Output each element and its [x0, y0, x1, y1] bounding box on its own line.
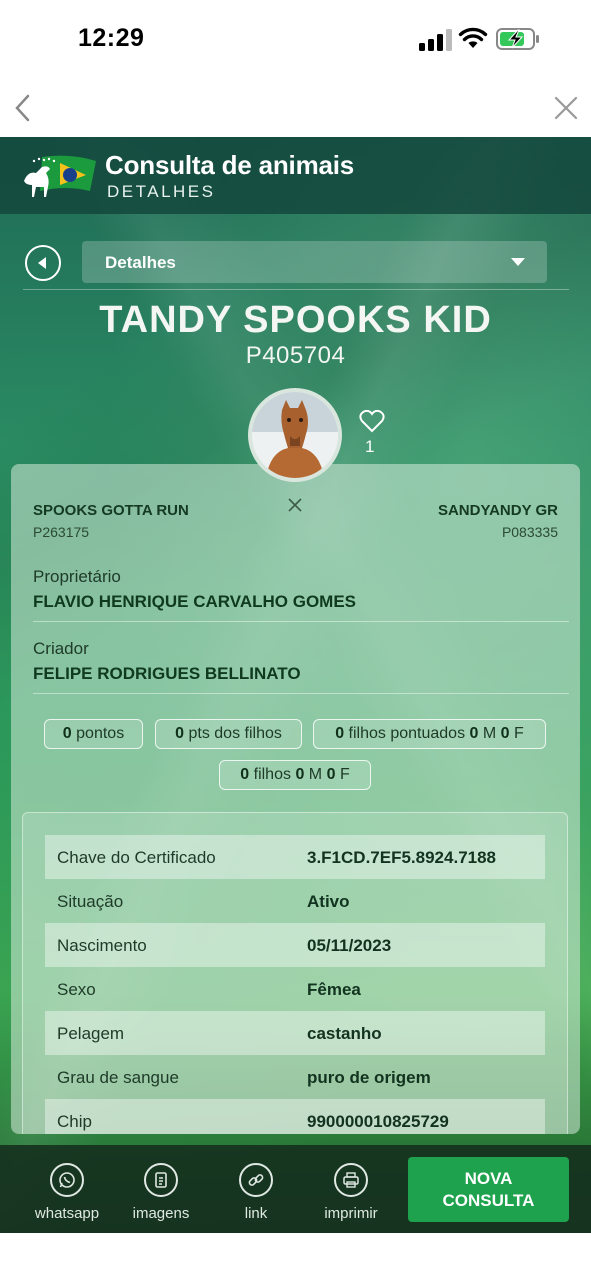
breeder-label: Criador	[33, 639, 89, 658]
stat-value: 0	[62, 725, 72, 742]
row-value: puro de origem	[307, 1068, 431, 1087]
row-key: Nascimento	[57, 936, 147, 955]
new-search-button[interactable]: NOVA CONSULTA	[408, 1157, 569, 1222]
stat-label: F	[339, 766, 350, 783]
row-value: 05/11/2023	[307, 936, 392, 955]
info-table: Chave do Certificado 3.F1CD.7EF5.8924.71…	[22, 812, 568, 1134]
stat-label: pts dos filhos	[188, 725, 282, 742]
horse-avatar[interactable]	[248, 388, 342, 482]
divider	[23, 289, 569, 290]
section-dropdown-value: Detalhes	[105, 253, 176, 272]
horse-name: TANDY SPOOKS KID	[99, 299, 492, 341]
dam-registration: P083335	[501, 524, 558, 540]
stat-pill-pontos: 0 pontos	[44, 719, 143, 749]
battery-charging-icon	[496, 28, 539, 50]
horse-photo-icon	[252, 392, 338, 478]
browser-nav-bar	[0, 80, 591, 137]
printer-icon	[334, 1163, 368, 1197]
link-icon	[239, 1163, 273, 1197]
stat-value: 0	[469, 725, 479, 742]
stat-label: F	[514, 725, 524, 742]
images-button[interactable]: imagens	[121, 1155, 201, 1222]
stat-label: pontos	[76, 725, 125, 742]
table-row: Nascimento 05/11/2023	[45, 923, 545, 967]
new-search-label-line1: NOVA	[464, 1169, 513, 1188]
sire-registration: P263175	[33, 524, 90, 540]
print-label: imprimir	[324, 1205, 378, 1222]
row-key: Sexo	[57, 980, 96, 999]
breeder-value: FELIPE RODRIGUES BELLINATO	[33, 664, 301, 683]
stat-value: 0	[175, 725, 185, 742]
sire-name[interactable]: SPOOKS GOTTA RUN	[33, 502, 189, 519]
back-button[interactable]	[25, 245, 61, 281]
bottom-toolbar: whatsapp imagens link imprimir NOVA CONS…	[0, 1145, 591, 1233]
stat-value: 0	[295, 766, 305, 783]
stat-value: 0	[335, 725, 345, 742]
row-key: Grau de sangue	[57, 1068, 179, 1087]
stat-label: M	[308, 766, 323, 783]
stat-pill-filhos: 0 filhos 0 M 0 F	[219, 760, 371, 790]
table-row: Pelagem castanho	[45, 1011, 545, 1055]
images-label: imagens	[132, 1205, 190, 1222]
row-key: Situação	[57, 892, 124, 911]
owner-value: FLAVIO HENRIQUE CARVALHO GOMES	[33, 592, 357, 611]
bottom-safe-area	[0, 1233, 591, 1280]
horse-registration: P405704	[245, 342, 346, 369]
whatsapp-label: whatsapp	[34, 1205, 100, 1222]
table-row: Chip 990000010825729	[45, 1099, 545, 1134]
horse-flag-logo-icon	[24, 155, 96, 197]
divider	[33, 693, 569, 694]
stat-label: filhos pontuados	[348, 725, 466, 742]
play-left-icon	[38, 257, 46, 269]
owner-label: Proprietário	[33, 567, 121, 586]
whatsapp-button[interactable]: whatsapp	[27, 1155, 107, 1222]
cellular-signal-icon	[419, 29, 452, 51]
stat-pill-pts-filhos: 0 pts dos filhos	[155, 719, 302, 749]
cross-icon	[288, 498, 302, 512]
heart-icon[interactable]	[359, 409, 385, 433]
status-time: 12:29	[78, 24, 145, 52]
link-label: link	[244, 1205, 268, 1222]
wifi-icon	[458, 27, 488, 48]
images-icon	[144, 1163, 178, 1197]
divider	[33, 621, 569, 622]
close-icon[interactable]	[552, 94, 580, 122]
table-row: Situação Ativo	[45, 879, 545, 923]
whatsapp-icon	[50, 1163, 84, 1197]
stat-value: 0	[326, 766, 336, 783]
stat-pill-filhos-pontuados: 0 filhos pontuados 0 M 0 F	[313, 719, 546, 749]
row-key: Pelagem	[57, 1024, 125, 1043]
app-header: Consulta de animais DETALHES	[0, 137, 591, 214]
stat-value: 0	[500, 725, 510, 742]
app-subtitle: DETALHES	[107, 182, 216, 201]
dropdown-arrow-icon	[511, 258, 525, 266]
back-chevron-icon[interactable]	[10, 92, 38, 124]
row-key: Chave do Certificado	[57, 848, 216, 867]
table-row: Grau de sangue puro de origem	[45, 1055, 545, 1099]
table-row: Chave do Certificado 3.F1CD.7EF5.8924.71…	[45, 835, 545, 879]
row-value: 3.F1CD.7EF5.8924.7188	[307, 848, 497, 867]
stat-label: M	[482, 725, 497, 742]
stat-label: filhos	[253, 766, 291, 783]
app-title: Consulta de animais	[105, 150, 355, 180]
link-button[interactable]: link	[216, 1155, 296, 1222]
app-content: Consulta de animais DETALHES Detalhes TA…	[0, 137, 591, 1233]
details-card: SPOOKS GOTTA RUN P263175 SANDYANDY GR P0…	[11, 464, 580, 1134]
dam-name[interactable]: SANDYANDY GR	[438, 502, 558, 519]
row-value: 990000010825729	[307, 1112, 449, 1131]
row-value: Fêmea	[307, 980, 361, 999]
section-dropdown[interactable]: Detalhes	[82, 241, 547, 283]
likes-count: 1	[365, 437, 375, 456]
table-row: Sexo Fêmea	[45, 967, 545, 1011]
stat-value: 0	[240, 766, 250, 783]
new-search-label-line2: CONSULTA	[442, 1191, 535, 1210]
status-bar: 12:29	[0, 0, 591, 80]
row-key: Chip	[57, 1112, 92, 1131]
print-button[interactable]: imprimir	[311, 1155, 391, 1222]
screen: 12:29 Consulta de animais DETALHES Detal…	[0, 0, 591, 1280]
row-value: Ativo	[307, 892, 350, 911]
row-value: castanho	[307, 1024, 382, 1043]
